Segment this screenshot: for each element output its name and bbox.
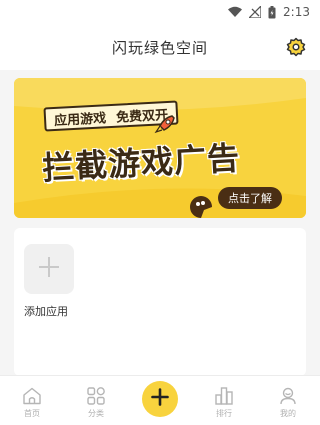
grid-icon <box>87 387 105 405</box>
home-icon <box>22 387 42 405</box>
rocket-icon <box>152 112 178 138</box>
tagline-left: 应用游戏 <box>53 110 107 129</box>
plus-icon <box>151 388 169 410</box>
signal-icon <box>249 6 262 18</box>
add-floating-button[interactable] <box>142 381 178 417</box>
tab-ranking[interactable]: 排行 <box>200 387 248 419</box>
tab-category-label: 分类 <box>88 409 104 418</box>
app-header: 闪玩绿色空间 <box>0 24 320 70</box>
tab-profile-label: 我的 <box>280 409 296 418</box>
status-time: 2:13 <box>283 5 310 19</box>
bar-chart-icon <box>215 387 233 405</box>
tab-home-label: 首页 <box>24 409 40 418</box>
tab-category[interactable]: 分类 <box>72 387 120 419</box>
mascot-icon <box>190 196 212 218</box>
user-icon <box>279 387 297 405</box>
plus-icon <box>38 256 60 282</box>
apps-panel: 添加应用 <box>14 228 306 376</box>
add-app-label: 添加应用 <box>24 305 68 318</box>
tab-profile[interactable]: 我的 <box>264 387 312 419</box>
wifi-icon <box>228 6 243 18</box>
status-bar: 2:13 <box>0 0 320 24</box>
add-app-button[interactable] <box>24 244 74 294</box>
page-title: 闪玩绿色空间 <box>111 38 208 57</box>
tab-ranking-label: 排行 <box>216 409 232 418</box>
gear-icon[interactable] <box>286 37 306 57</box>
tab-home[interactable]: 首页 <box>8 387 56 419</box>
battery-icon <box>268 5 276 19</box>
promo-banner[interactable]: 应用游戏 免费双开 拦截游戏广告 点击了解 <box>14 78 306 218</box>
learn-more-button[interactable]: 点击了解 <box>218 187 282 209</box>
